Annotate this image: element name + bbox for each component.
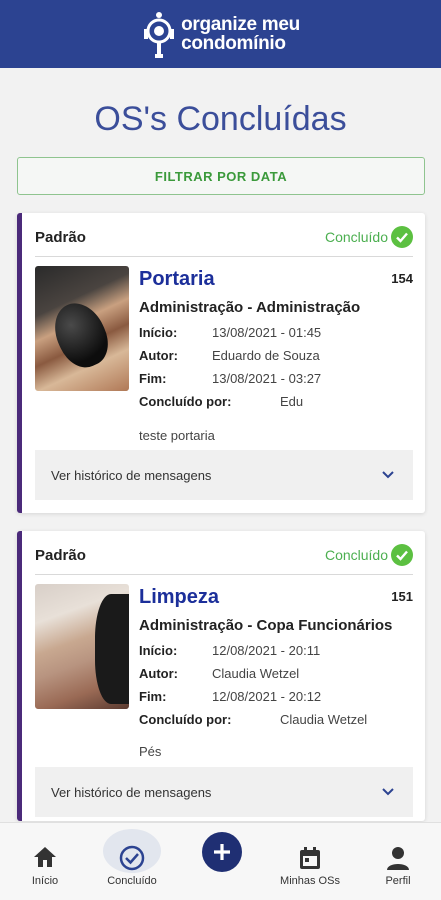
order-type: Padrão — [35, 547, 86, 564]
nav-add[interactable] — [202, 823, 242, 900]
end-value: 12/08/2021 - 20:12 — [212, 689, 322, 704]
status-badge: Concluído — [325, 544, 413, 566]
start-label: Início: — [139, 325, 178, 340]
order-department: Administração - Administração — [139, 299, 361, 316]
nav-profile-label: Perfil — [385, 875, 411, 887]
order-note: Pés — [139, 744, 162, 759]
nav-my-orders-label: Minhas OSs — [280, 875, 340, 887]
order-type: Padrão — [35, 229, 86, 246]
photo-mouse-shape — [45, 294, 117, 376]
end-label: Fim: — [139, 371, 167, 386]
order-title: Portaria — [139, 268, 215, 290]
order-title: Limpeza — [139, 586, 220, 608]
logo-text-line2: condomínio — [181, 33, 286, 54]
order-number: 151 — [391, 589, 413, 604]
nav-home[interactable]: Início — [24, 823, 66, 900]
message-history-toggle[interactable]: Ver histórico de mensagens — [35, 450, 413, 500]
author-label: Autor: — [139, 666, 178, 681]
message-history-toggle[interactable]: Ver histórico de mensagens — [35, 767, 413, 817]
message-history-label: Ver histórico de mensagens — [51, 784, 212, 800]
card-divider — [35, 574, 413, 575]
nav-home-label: Início — [31, 875, 59, 887]
app-header: organize meu condomínio — [0, 0, 441, 68]
done-by-label: Concluído por: — [139, 394, 232, 409]
add-order-button[interactable] — [202, 832, 242, 872]
order-note: teste portaria — [139, 428, 215, 443]
person-icon — [387, 847, 409, 870]
logo-icon — [144, 12, 175, 58]
start-label: Início: — [139, 643, 178, 658]
order-card[interactable]: Padrão Concluído Portaria 154 Administra… — [17, 213, 425, 513]
order-department: Administração - Copa Funcionários — [139, 617, 393, 634]
order-photo[interactable] — [35, 584, 129, 709]
order-photo[interactable] — [35, 266, 129, 391]
nav-profile[interactable]: Perfil — [382, 823, 414, 900]
status-label: Concluído — [324, 229, 388, 245]
done-by-label: Concluído por: — [139, 712, 232, 727]
end-value: 13/08/2021 - 03:27 — [212, 371, 322, 386]
nav-my-orders[interactable]: Minhas OSs — [276, 823, 344, 900]
status-label: Concluído — [324, 547, 388, 563]
start-value: 13/08/2021 - 01:45 — [212, 325, 322, 340]
nav-completed-label: Concluído — [107, 875, 157, 887]
nav-completed[interactable]: Concluído — [103, 823, 161, 900]
order-card[interactable]: Padrão Concluído Limpeza 151 Administraç… — [17, 531, 425, 821]
bottom-navigation: Início Concluído Minhas OSs Perfil — [0, 822, 441, 900]
page-title: OS's Concluídas — [94, 100, 347, 138]
end-label: Fim: — [139, 689, 167, 704]
done-by-value: Claudia Wetzel — [280, 712, 368, 727]
photo-dark-shape — [95, 594, 129, 704]
author-value: Eduardo de Souza — [212, 348, 320, 363]
order-number: 154 — [391, 271, 413, 286]
message-history-label: Ver histórico de mensagens — [51, 467, 212, 483]
app-logo[interactable]: organize meu condomínio — [141, 9, 300, 59]
check-circle-icon — [391, 226, 413, 248]
chevron-down-icon — [382, 788, 394, 796]
calendar-icon — [300, 847, 320, 869]
card-divider — [35, 256, 413, 257]
chevron-down-icon — [382, 471, 394, 479]
filter-by-date-button[interactable]: FILTRAR POR DATA — [17, 157, 425, 195]
check-circle-icon — [119, 845, 145, 871]
plus-icon — [214, 844, 230, 860]
status-badge: Concluído — [325, 226, 413, 248]
author-label: Autor: — [139, 348, 178, 363]
home-icon — [34, 847, 56, 867]
start-value: 12/08/2021 - 20:11 — [212, 643, 321, 658]
check-circle-icon — [391, 544, 413, 566]
done-by-value: Edu — [280, 394, 304, 409]
logo-text-line1: organize meu — [181, 14, 300, 35]
author-value: Claudia Wetzel — [212, 666, 300, 681]
